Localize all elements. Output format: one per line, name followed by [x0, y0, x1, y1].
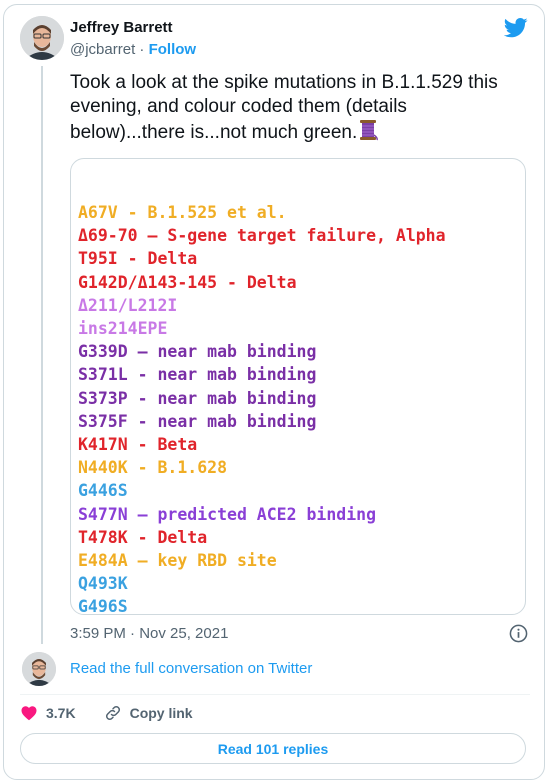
mutation-list: A67V - B.1.525 et al. Δ69-70 — S-gene tar…: [78, 201, 446, 619]
thread-line: [41, 66, 43, 644]
reply-avatar[interactable]: [22, 652, 56, 686]
mutation-item: A67V - B.1.525 et al.: [78, 203, 287, 222]
mutation-item: Δ211/L212I: [78, 295, 178, 315]
mutation-item: G142D/Δ143-145 - Delta: [78, 272, 297, 292]
author-handle[interactable]: @jcbarret: [70, 41, 135, 58]
avatar[interactable]: [20, 16, 64, 60]
mutation-item: S477N — predicted ACE2 binding: [78, 504, 377, 524]
twitter-bird-icon[interactable]: [504, 18, 528, 38]
mutation-item: E484A — key RBD site: [78, 551, 277, 571]
mutation-item: G339D — near mab binding: [78, 342, 317, 362]
divider: [20, 694, 530, 695]
mutation-item: Δ69-70 — S-gene target failure, Alpha: [78, 226, 446, 246]
mutation-item: T478K - Delta: [78, 527, 208, 547]
tweet-body: Took a look at the spike mutations in B.…: [70, 72, 498, 143]
mutation-item: G446S: [78, 481, 128, 501]
mutation-item: G496S: [78, 597, 128, 617]
spool-of-thread-icon: [360, 120, 379, 141]
mutation-item: T95I - Delta: [78, 249, 198, 269]
read-replies-button[interactable]: Read 101 replies: [20, 733, 526, 764]
mutation-item: K417N - Beta: [78, 435, 198, 455]
info-icon[interactable]: [509, 624, 528, 643]
heart-icon[interactable]: [20, 704, 38, 722]
link-icon[interactable]: [104, 704, 122, 722]
mutation-item: S373P - near mab binding: [78, 388, 317, 408]
mutation-item: S375F - near mab binding: [78, 411, 317, 431]
read-conversation-link[interactable]: Read the full conversation on Twitter: [70, 660, 312, 677]
mutation-image[interactable]: A67V - B.1.525 et al. Δ69-70 — S-gene tar…: [70, 158, 526, 616]
action-bar: 3.7K Copy link: [20, 703, 193, 723]
tweet-timestamp[interactable]: 3:59 PM · Nov 25, 2021: [70, 625, 228, 642]
mutation-item: N440K - B.1.628: [78, 458, 228, 478]
mutation-item: ins214EPE: [78, 319, 168, 339]
avatar-portrait-icon: [22, 652, 56, 686]
separator-dot: ·: [139, 41, 145, 58]
author-handle-row: @jcbarret · Follow: [70, 41, 196, 58]
mutation-item: S371L - near mab binding: [78, 365, 317, 385]
follow-link[interactable]: Follow: [149, 41, 197, 58]
author-name[interactable]: Jeffrey Barrett: [70, 19, 173, 36]
avatar-portrait-icon: [20, 16, 64, 60]
tweet-text: Took a look at the spike mutations in B.…: [70, 71, 520, 145]
like-count[interactable]: 3.7K: [46, 705, 76, 721]
mutation-item: Q493K: [78, 574, 128, 594]
copy-link-button[interactable]: Copy link: [130, 705, 193, 721]
